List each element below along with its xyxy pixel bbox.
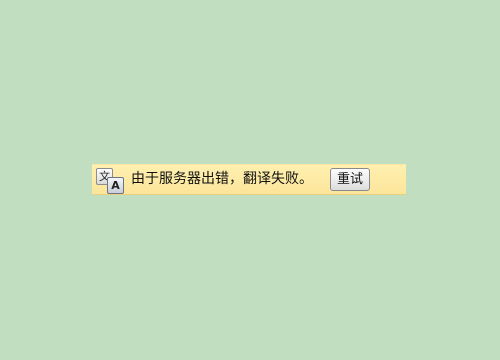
retry-button[interactable]: 重试: [330, 168, 370, 191]
translation-error-bar: 文 A 由于服务器出错，翻译失败。 重试: [92, 164, 406, 195]
translate-icon: 文 A: [95, 167, 124, 194]
translate-target-glyph: A: [107, 177, 124, 194]
error-message: 由于服务器出错，翻译失败。: [131, 171, 313, 187]
